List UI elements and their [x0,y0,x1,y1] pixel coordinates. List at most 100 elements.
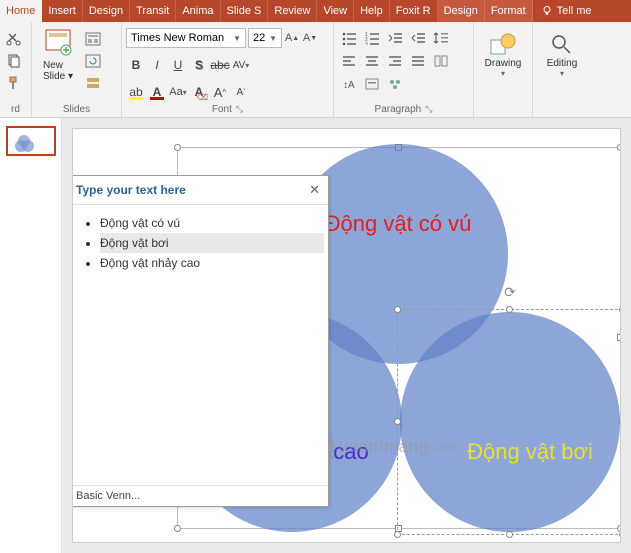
tell-me[interactable]: Tell me [533,0,600,22]
tab-foxit[interactable]: Foxit R [390,0,438,22]
slide-canvas[interactable]: Type your text here ✕ Động vật có vú Độn… [72,128,621,543]
resize-handle[interactable] [619,531,621,538]
close-icon[interactable]: ✕ [309,182,320,198]
tab-smartart-design[interactable]: Design [438,0,485,22]
shadow-button[interactable]: S [189,55,209,75]
svg-text:↕A: ↕A [343,80,355,91]
reset-button[interactable] [83,52,103,70]
thumb-venn-icon [14,134,38,152]
line-spacing-button[interactable] [430,28,452,48]
smartart-text-pane[interactable]: Type your text here ✕ Động vật có vú Độn… [72,175,329,507]
align-text-button[interactable] [361,74,383,94]
copy-button[interactable] [4,52,24,70]
highlight-button[interactable]: ab [126,82,146,102]
tab-view[interactable]: View [317,0,354,22]
change-case-button[interactable]: Aa▾ [168,82,188,102]
tab-review[interactable]: Review [268,0,317,22]
increase-font-button[interactable]: A▲ [284,28,300,48]
columns-button[interactable] [430,51,452,71]
tab-insert[interactable]: Insert [42,0,83,22]
new-slide-icon [44,28,72,58]
justify-icon [410,54,426,68]
slide-thumbnails [0,118,62,553]
text-direction-button[interactable]: ↕A [338,74,360,94]
line-spacing-icon [433,31,449,45]
chevron-down-icon: ▼ [269,34,277,43]
section-button[interactable] [83,74,103,92]
strikethrough-button[interactable]: abc [210,55,230,75]
list-item[interactable]: Động vật nhảy cao [100,253,324,273]
group-label-paragraph: Paragraph [375,104,422,115]
editing-label: Editing [547,58,578,69]
layout-icon [85,32,101,46]
align-text-icon [364,77,380,91]
slide-thumb-1[interactable] [6,126,56,156]
resize-handle[interactable] [394,418,401,425]
drawing-button[interactable]: Drawing ▾ [478,24,528,78]
justify-button[interactable] [407,51,429,71]
textpane-body[interactable]: Động vật có vú Động vật bơi Động vật nhả… [72,205,328,485]
svg-text:3: 3 [365,42,368,45]
resize-handle[interactable] [506,306,513,313]
font-name-combo[interactable]: Times New Roman ▼ [126,28,246,48]
resize-handle[interactable] [394,306,401,313]
align-right-icon [387,54,403,68]
font-launcher[interactable]: ⤡ [236,104,243,115]
smartart-icon [387,77,403,91]
align-left-button[interactable] [338,51,360,71]
layout-button[interactable] [83,30,103,48]
scissors-icon [6,31,22,47]
clear-format-button[interactable]: A⌫ [189,82,209,102]
bullets-button[interactable] [338,28,360,48]
chevron-down-icon: ▾ [560,69,564,78]
tab-smartart-format[interactable]: Format [485,0,533,22]
watermark-text: uantrimang [339,437,429,457]
grow-font-button[interactable]: A^ [210,82,230,102]
ribbon-tabs: Home Insert Design Transit Anima Slide S… [0,0,631,22]
chevron-down-icon: ▼ [233,34,241,43]
align-center-icon [364,54,380,68]
list-item[interactable]: Động vật có vú [100,213,324,233]
cut-button[interactable] [4,30,24,48]
indent-icon [410,31,426,45]
char-spacing-button[interactable]: AV▾ [231,55,251,75]
underline-button[interactable]: U [168,55,188,75]
increase-indent-button[interactable] [407,28,429,48]
shapes-icon [489,32,517,58]
bulb-icon [541,5,553,17]
bold-button[interactable]: B [126,55,146,75]
resize-handle[interactable] [619,418,621,425]
font-color-button[interactable]: A [147,82,167,102]
new-slide-button[interactable]: New Slide ▾ [36,24,80,82]
text-direction-icon: ↕A [341,77,357,91]
tab-transitions[interactable]: Transit [130,0,176,22]
decrease-indent-button[interactable] [384,28,406,48]
numbering-button[interactable]: 123 [361,28,383,48]
font-name-value: Times New Roman [131,32,224,44]
resize-handle[interactable] [619,306,621,313]
tab-help[interactable]: Help [354,0,390,22]
align-center-button[interactable] [361,51,383,71]
textpane-title: Type your text here [76,183,186,197]
workspace: Type your text here ✕ Động vật có vú Độn… [0,118,631,553]
resize-handle[interactable] [506,531,513,538]
bullets-icon [341,31,357,45]
italic-button[interactable]: I [147,55,167,75]
list-item[interactable]: Động vật bơi [100,233,324,253]
editing-button[interactable]: Editing ▾ [537,24,587,78]
tab-slideshow[interactable]: Slide S [221,0,269,22]
tab-design[interactable]: Design [83,0,130,22]
group-label-clipboard: rd [4,102,27,117]
format-painter-button[interactable] [4,74,24,92]
shape-selection: ⟳ [397,309,621,535]
paragraph-launcher[interactable]: ⤡ [425,104,432,115]
align-right-button[interactable] [384,51,406,71]
shrink-font-button[interactable]: Aˇ [231,82,251,102]
font-size-combo[interactable]: 22 ▼ [248,28,282,48]
tab-home[interactable]: Home [0,0,42,22]
smartart-convert-button[interactable] [384,74,406,94]
resize-handle[interactable] [394,531,401,538]
decrease-font-button[interactable]: A▼ [302,28,318,48]
tab-animations[interactable]: Anima [176,0,220,22]
rotate-handle[interactable]: ⟳ [504,284,516,301]
